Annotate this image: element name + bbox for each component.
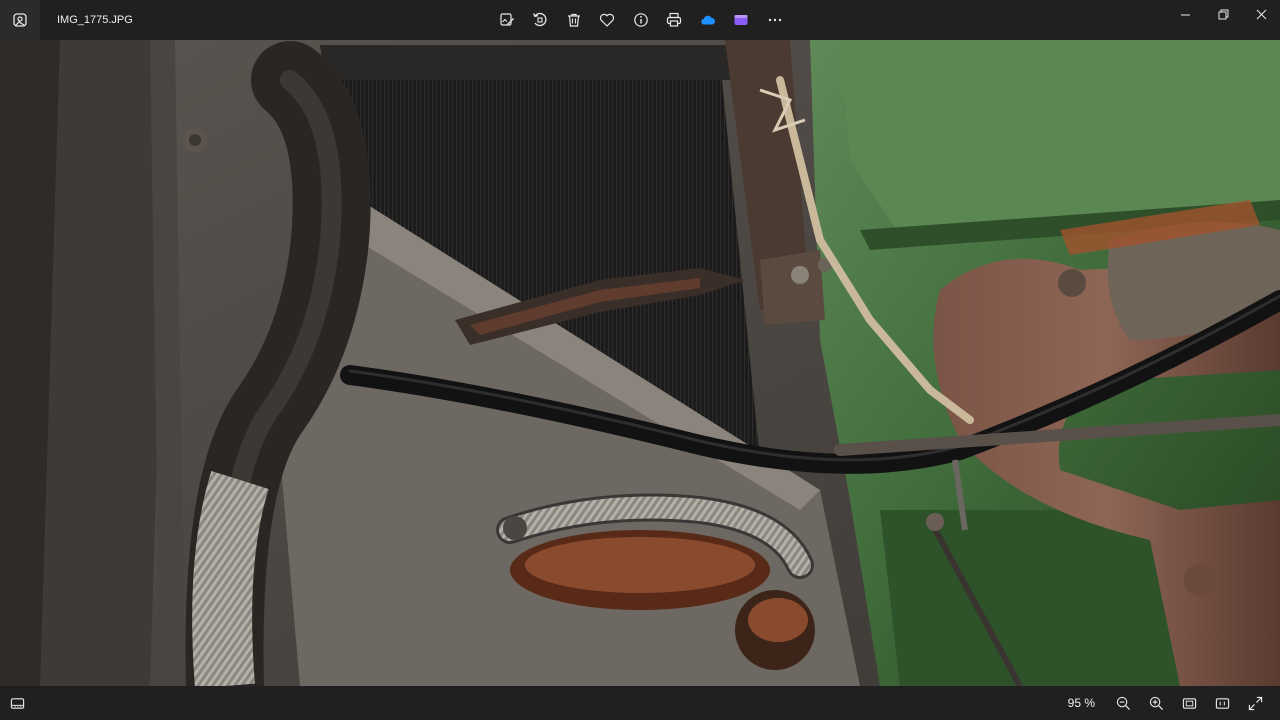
- filmstrip-toggle-button[interactable]: [4, 690, 30, 716]
- photos-app-glyph: [13, 13, 27, 27]
- zoom-in-icon: [1149, 696, 1164, 710]
- fit-to-window-button[interactable]: [1173, 686, 1206, 720]
- clipchamp-button[interactable]: [725, 0, 759, 40]
- restore-icon: [1218, 9, 1228, 19]
- fit-to-window-icon: [1182, 697, 1197, 709]
- file-name: IMG_1775.JPG: [57, 14, 133, 26]
- zoom-level: 95 %: [1067, 696, 1095, 710]
- photo-canvas[interactable]: [0, 40, 1280, 686]
- close-button[interactable]: [1242, 0, 1280, 28]
- engine-bay-photo: [0, 40, 1280, 686]
- zoom-out-icon: [1116, 696, 1131, 710]
- more-options-button[interactable]: [758, 0, 792, 40]
- favorite-button[interactable]: [591, 0, 625, 40]
- rotate-button[interactable]: [524, 0, 558, 40]
- fullscreen-button[interactable]: [1239, 686, 1272, 720]
- print-icon: [667, 12, 682, 27]
- file-info-icon: [633, 13, 648, 27]
- minimize-icon: [1180, 14, 1190, 15]
- photos-app-icon[interactable]: [0, 0, 40, 40]
- image-toolbar: [490, 0, 792, 40]
- restore-button[interactable]: [1204, 0, 1242, 28]
- window-controls: [1166, 0, 1280, 32]
- clipchamp-icon: [734, 15, 748, 25]
- close-icon: [1256, 9, 1266, 19]
- actual-size-button[interactable]: [1206, 686, 1239, 720]
- favorite-heart-icon: [600, 13, 615, 27]
- delete-icon: [567, 13, 580, 27]
- rotate-icon: [533, 12, 547, 27]
- status-bar: 95 %: [0, 686, 1280, 720]
- print-button[interactable]: [658, 0, 692, 40]
- edit-image-icon: [500, 13, 514, 26]
- zoom-out-button[interactable]: [1107, 686, 1140, 720]
- minimize-button[interactable]: [1166, 0, 1204, 28]
- delete-button[interactable]: [557, 0, 591, 40]
- fullscreen-icon: [1248, 696, 1263, 710]
- more-options-icon: [768, 18, 781, 22]
- edit-image-button[interactable]: [490, 0, 524, 40]
- filmstrip-icon: [10, 697, 24, 709]
- onedrive-button[interactable]: [691, 0, 725, 40]
- zoom-controls: 95 %: [1068, 686, 1272, 720]
- file-info-button[interactable]: [624, 0, 658, 40]
- actual-size-icon: [1215, 697, 1230, 709]
- title-bar: IMG_1775.JPG: [0, 0, 1280, 40]
- onedrive-cloud-icon: [701, 15, 715, 25]
- zoom-in-button[interactable]: [1140, 686, 1173, 720]
